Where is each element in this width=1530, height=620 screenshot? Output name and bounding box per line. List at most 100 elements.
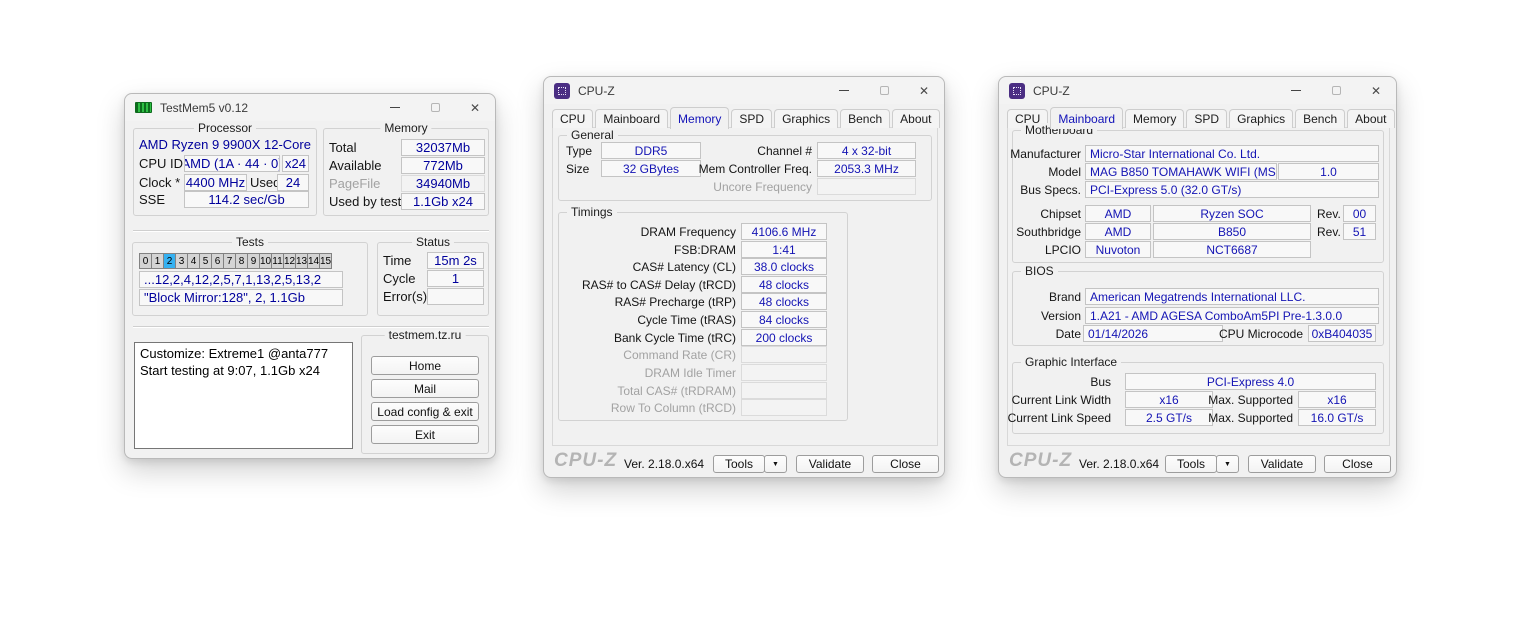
size-value: 32 GBytes [601,160,701,177]
clock-label: Clock * [139,175,181,190]
row-to-column-label: Row To Column (tRCD) [610,400,736,415]
trc-label: Bank Cycle Time (tRC) [613,330,736,345]
exit-button[interactable]: Exit [371,425,479,444]
southbridge-rev-label: Rev. [1317,224,1341,239]
close-button[interactable]: ✕ [1356,77,1396,104]
minimize-button[interactable] [824,77,864,104]
mail-button[interactable]: Mail [371,379,479,398]
model-value: MAG B850 TOMAHAWK WIFI (MS-7E53 [1085,163,1277,180]
chipset-vendor-value: AMD [1085,205,1151,222]
tab-graphics[interactable]: Graphics [774,109,839,128]
processor-group-title: Processor [193,121,257,136]
channel-label: Channel # [757,143,812,158]
link-width-value: x16 [1125,391,1213,408]
model-label: Model [1048,164,1081,179]
trcd-label: RAS# to CAS# Delay (tRCD) [581,277,736,292]
tab-spd[interactable]: SPD [1186,109,1228,128]
dram-frequency-label: DRAM Frequency [640,224,736,239]
ram-icon [135,102,152,113]
cpuz-logo: CPU-Z [1009,450,1073,471]
tools-dropdown-button[interactable]: ▼ [1216,455,1239,473]
test-number-cells: 0 1 2 3 4 5 6 7 8 9 10 11 12 13 14 15 [139,253,332,269]
type-label: Type [566,143,593,158]
tests-group-title: Tests [231,235,269,250]
cpu-id-threads: x24 [282,155,309,172]
bios-date-label: Date [1055,326,1081,341]
load-config-exit-button[interactable]: Load config & exit [371,402,479,421]
manufacturer-label: Manufacturer [1010,146,1081,161]
timings-group-title: Timings [567,205,617,220]
clock-value: 4400 MHz [184,174,247,191]
southbridge-vendor-value: AMD [1085,223,1151,240]
fsb-dram-label: FSB:DRAM [673,242,736,257]
chipset-rev-value: 00 [1343,205,1376,222]
log-textarea[interactable]: Customize: Extreme1 @anta777 Start testi… [134,342,353,449]
minimize-button[interactable] [375,94,415,121]
tab-mainboard[interactable]: Mainboard [1050,107,1124,129]
close-button[interactable]: ✕ [904,77,944,104]
general-group-title: General [567,128,618,143]
southbridge-label: Southbridge [1016,224,1081,239]
used-label: Used [250,175,281,190]
cycle-value: 1 [427,270,484,287]
tab-about[interactable]: About [1347,109,1395,128]
home-button[interactable]: Home [371,356,479,375]
tab-graphics[interactable]: Graphics [1229,109,1294,128]
validate-button[interactable]: Validate [1248,455,1316,473]
tras-label: Cycle Time (tRAS) [637,312,736,327]
maximize-button[interactable] [864,77,904,104]
tools-dropdown-button[interactable]: ▼ [764,455,787,473]
desktop: TestMem5 v0.12 ✕ Processor AMD Ryzen 9 9… [0,0,1530,620]
size-label: Size [566,161,590,176]
dropdown-icon: ▼ [772,460,779,468]
close-window-button[interactable]: Close [1324,455,1391,473]
sse-value: 114.2 sec/Gb [184,191,309,208]
tab-bench[interactable]: Bench [1295,109,1346,128]
tab-mainboard[interactable]: Mainboard [595,109,669,128]
maximize-button[interactable] [1316,77,1356,104]
maximize-button[interactable] [415,94,455,121]
dropdown-icon: ▼ [1224,460,1231,468]
bios-brand-value: American Megatrends International LLC. [1085,288,1379,305]
total-cas-label: Total CAS# (tRDRAM) [617,383,736,398]
links-group-title: testmem.tz.ru [384,328,466,343]
tools-button[interactable]: Tools [1165,455,1217,473]
southbridge-value: B850 [1153,223,1311,240]
cpuz-app-icon [1009,82,1025,99]
tab-bench[interactable]: Bench [840,109,891,128]
validate-button[interactable]: Validate [796,455,864,473]
trp-value: 48 clocks [741,293,827,310]
total-value: 32037Mb [401,139,485,156]
log-line: Customize: Extreme1 @anta777 [140,346,329,361]
close-button[interactable]: ✕ [455,94,495,121]
tras-value: 84 clocks [741,311,827,328]
max-width-label: Max. Supported [1208,392,1293,407]
minimize-button[interactable] [1276,77,1316,104]
tab-memory[interactable]: Memory [1125,109,1185,128]
cycle-label: Cycle [383,271,416,286]
close-window-button[interactable]: Close [872,455,939,473]
tab-spd[interactable]: SPD [731,109,773,128]
tab-cpu[interactable]: CPU [552,109,594,128]
bus-specs-label: Bus Specs. [1020,182,1081,197]
link-width-label: Current Link Width [1011,392,1111,407]
max-speed-label: Max. Supported [1208,410,1293,425]
close-icon: ✕ [918,83,930,98]
uncore-frequency-value [817,178,916,195]
command-rate-label: Command Rate (CR) [623,347,736,362]
tab-bar: CPU Mainboard Memory SPD Graphics Bench … [552,106,942,129]
cas-latency-label: CAS# Latency (CL) [632,259,736,274]
time-label: Time [383,253,412,268]
cpu-id-label: CPU ID [139,156,184,171]
southbridge-rev-value: 51 [1343,223,1376,240]
tab-memory[interactable]: Memory [670,107,730,129]
tools-button[interactable]: Tools [713,455,765,473]
status-group-title: Status [411,235,455,250]
close-icon: ✕ [1370,83,1382,98]
test-cell-15: 15 [319,253,332,269]
bios-version-value: 1.A21 - AMD AGESA ComboAm5PI Pre-1.3.0.0 [1085,307,1379,324]
total-label: Total [329,140,357,155]
model-revision-value: 1.0 [1278,163,1379,180]
graphic-interface-group-title: Graphic Interface [1021,355,1122,370]
tab-about[interactable]: About [892,109,940,128]
